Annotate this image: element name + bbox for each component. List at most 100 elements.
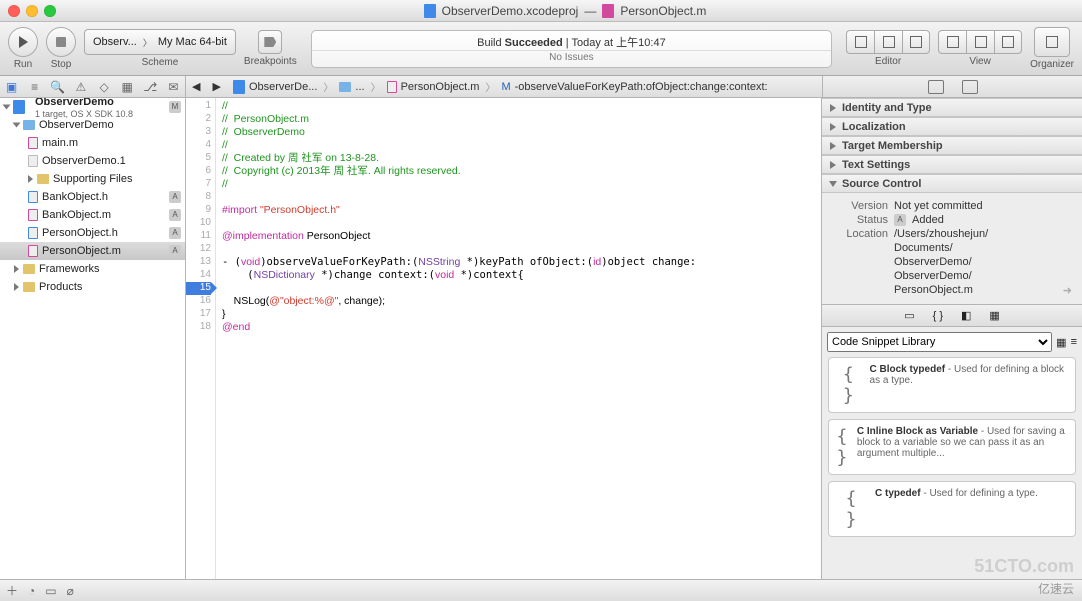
project-icon (13, 100, 25, 114)
inspector-tabs (822, 76, 1082, 97)
sc-loc: /Users/zhoushejun/ (894, 228, 988, 240)
group-row[interactable]: Frameworks (0, 260, 185, 278)
file-inspector-tab[interactable] (928, 80, 944, 94)
build-time: | Today at 上午10:47 (563, 37, 666, 49)
snippet-item[interactable]: { }C Inline Block as Variable - Used for… (828, 419, 1076, 475)
media-lib-tab[interactable]: ▦ (989, 309, 999, 322)
folder-icon (23, 282, 35, 292)
membership-section[interactable]: Target Membership (822, 136, 1082, 155)
stop-label: Stop (51, 59, 72, 70)
group-label: ObserverDemo (39, 119, 114, 131)
add-button[interactable]: ＋ (6, 582, 18, 599)
title-file: PersonObject.m (620, 4, 706, 18)
assistant-editor-button[interactable] (874, 30, 902, 54)
code-area[interactable]: // // PersonObject.m // ObserverDemo // … (216, 98, 821, 579)
unsaved-filter-button[interactable]: ⌀ (67, 584, 74, 598)
file-m-icon (28, 137, 38, 149)
breakpoint-navigator-tab[interactable]: ⎇ (139, 80, 162, 94)
file-row[interactable]: BankObject.mA (0, 206, 185, 224)
file-template-lib-tab[interactable]: ▭ (904, 309, 914, 322)
file-row-selected[interactable]: PersonObject.mA (0, 242, 185, 260)
navigator-tabs: ▣ ≡ 🔍 ⚠ ◇ ▦ ⎇ ✉ (0, 76, 186, 97)
file-label: PersonObject.h (42, 227, 118, 239)
file-icon (602, 4, 614, 18)
log-navigator-tab[interactable]: ✉ (162, 80, 185, 94)
standard-editor-button[interactable] (846, 30, 874, 54)
textsettings-section[interactable]: Text Settings (822, 155, 1082, 174)
file-row[interactable]: main.m (0, 134, 185, 152)
utilities-pane: Identity and Type Localization Target Me… (822, 98, 1082, 579)
project-navigator[interactable]: ObserverDemo1 target, OS X SDK 10.8 M Ob… (0, 98, 186, 579)
source-editor[interactable]: 1234 5678 9101112 131415 161718 // // Pe… (186, 98, 822, 579)
group-row[interactable]: ObserverDemo (0, 116, 185, 134)
debug-navigator-tab[interactable]: ▦ (116, 80, 139, 94)
current-line-marker: 15 (186, 282, 211, 295)
zoom-window-button[interactable] (44, 5, 56, 17)
file-row[interactable]: ObserverDemo.1 (0, 152, 185, 170)
reveal-arrow-icon[interactable]: ➜ (1063, 284, 1072, 297)
jump-project[interactable]: ObserverDe... (249, 81, 317, 93)
window-titlebar: ObserverDemo.xcodeproj — PersonObject.m (0, 0, 1082, 22)
editor-label: Editor (875, 56, 901, 67)
activity-viewer: Build Succeeded | Today at 上午10:47 No Is… (311, 30, 832, 68)
file-row[interactable]: BankObject.hA (0, 188, 185, 206)
code-snippet-lib-tab[interactable]: { } (933, 310, 943, 322)
list-view-button[interactable]: ≡ (1071, 336, 1077, 348)
jump-file[interactable]: PersonObject.m (401, 81, 480, 93)
minimize-window-button[interactable] (26, 5, 38, 17)
library-selector[interactable]: Code Snippet Library (827, 332, 1052, 352)
object-lib-tab[interactable]: ◧ (961, 309, 971, 322)
file-row[interactable]: PersonObject.hA (0, 224, 185, 242)
quick-help-tab[interactable] (962, 80, 978, 94)
group-row[interactable]: Supporting Files (0, 170, 185, 188)
jump-method[interactable]: -observeValueForKeyPath:ofObject:change:… (515, 81, 768, 93)
organizer-label: Organizer (1030, 59, 1074, 70)
scm-badge: A (169, 209, 181, 221)
scheme-selector[interactable]: Observ... 〉 My Mac 64-bit (84, 29, 236, 55)
scm-filter-button[interactable]: ▭ (45, 584, 56, 598)
run-button[interactable] (8, 27, 38, 57)
jump-group[interactable]: ... (355, 81, 364, 93)
line-gutter[interactable]: 1234 5678 9101112 131415 161718 (186, 98, 216, 579)
sc-status: Added (912, 214, 944, 226)
sourcecontrol-section[interactable]: Source Control (822, 174, 1082, 193)
identity-section[interactable]: Identity and Type (822, 98, 1082, 117)
group-row[interactable]: Products (0, 278, 185, 296)
close-window-button[interactable] (8, 5, 20, 17)
issue-navigator-tab[interactable]: ⚠ (69, 80, 92, 94)
editor-mode-seg[interactable] (846, 30, 930, 54)
filter-bar: ＋ ◔ ▭ ⌀ (0, 579, 1082, 601)
test-navigator-tab[interactable]: ◇ (93, 80, 116, 94)
file-label: main.m (42, 137, 78, 149)
file-m-icon (28, 209, 38, 221)
jump-forward-button[interactable]: ▶ (206, 80, 226, 93)
version-editor-button[interactable] (902, 30, 930, 54)
recent-filter-button[interactable]: ◔ (28, 584, 35, 598)
jump-bar[interactable]: ◀ ▶ ObserverDe... 〉 ... 〉 PersonObject.m… (186, 76, 822, 97)
breakpoint-icon (264, 37, 276, 47)
snippet-list[interactable]: { }C Block typedef - Used for defining a… (822, 357, 1082, 579)
tab-strip: ▣ ≡ 🔍 ⚠ ◇ ▦ ⎇ ✉ ◀ ▶ ObserverDe... 〉 ... … (0, 76, 1082, 98)
snippet-item[interactable]: { }C Block typedef - Used for defining a… (828, 357, 1076, 413)
file-label: PersonObject.m (42, 245, 121, 257)
jump-back-button[interactable]: ◀ (186, 80, 206, 93)
library-tabs: ▭ { } ◧ ▦ (822, 304, 1082, 327)
file-label: BankObject.h (42, 191, 108, 203)
grid-view-button[interactable]: ▦ (1056, 336, 1066, 349)
toggle-utilities-button[interactable] (994, 30, 1022, 54)
organizer-button[interactable] (1034, 27, 1070, 57)
project-navigator-tab[interactable]: ▣ (0, 80, 23, 94)
snippet-item[interactable]: { }C typedef - Used for defining a type. (828, 481, 1076, 537)
localization-section[interactable]: Localization (822, 117, 1082, 136)
file-icon (28, 155, 38, 167)
project-row[interactable]: ObserverDemo1 target, OS X SDK 10.8 M (0, 98, 185, 116)
search-navigator-tab[interactable]: 🔍 (46, 80, 69, 94)
view-seg[interactable] (938, 30, 1022, 54)
toggle-navigator-button[interactable] (938, 30, 966, 54)
breakpoints-button[interactable] (258, 30, 282, 54)
folder-icon (23, 120, 35, 130)
toggle-debug-button[interactable] (966, 30, 994, 54)
symbol-navigator-tab[interactable]: ≡ (23, 80, 46, 94)
stop-button[interactable] (46, 27, 76, 57)
run-label: Run (14, 59, 32, 70)
